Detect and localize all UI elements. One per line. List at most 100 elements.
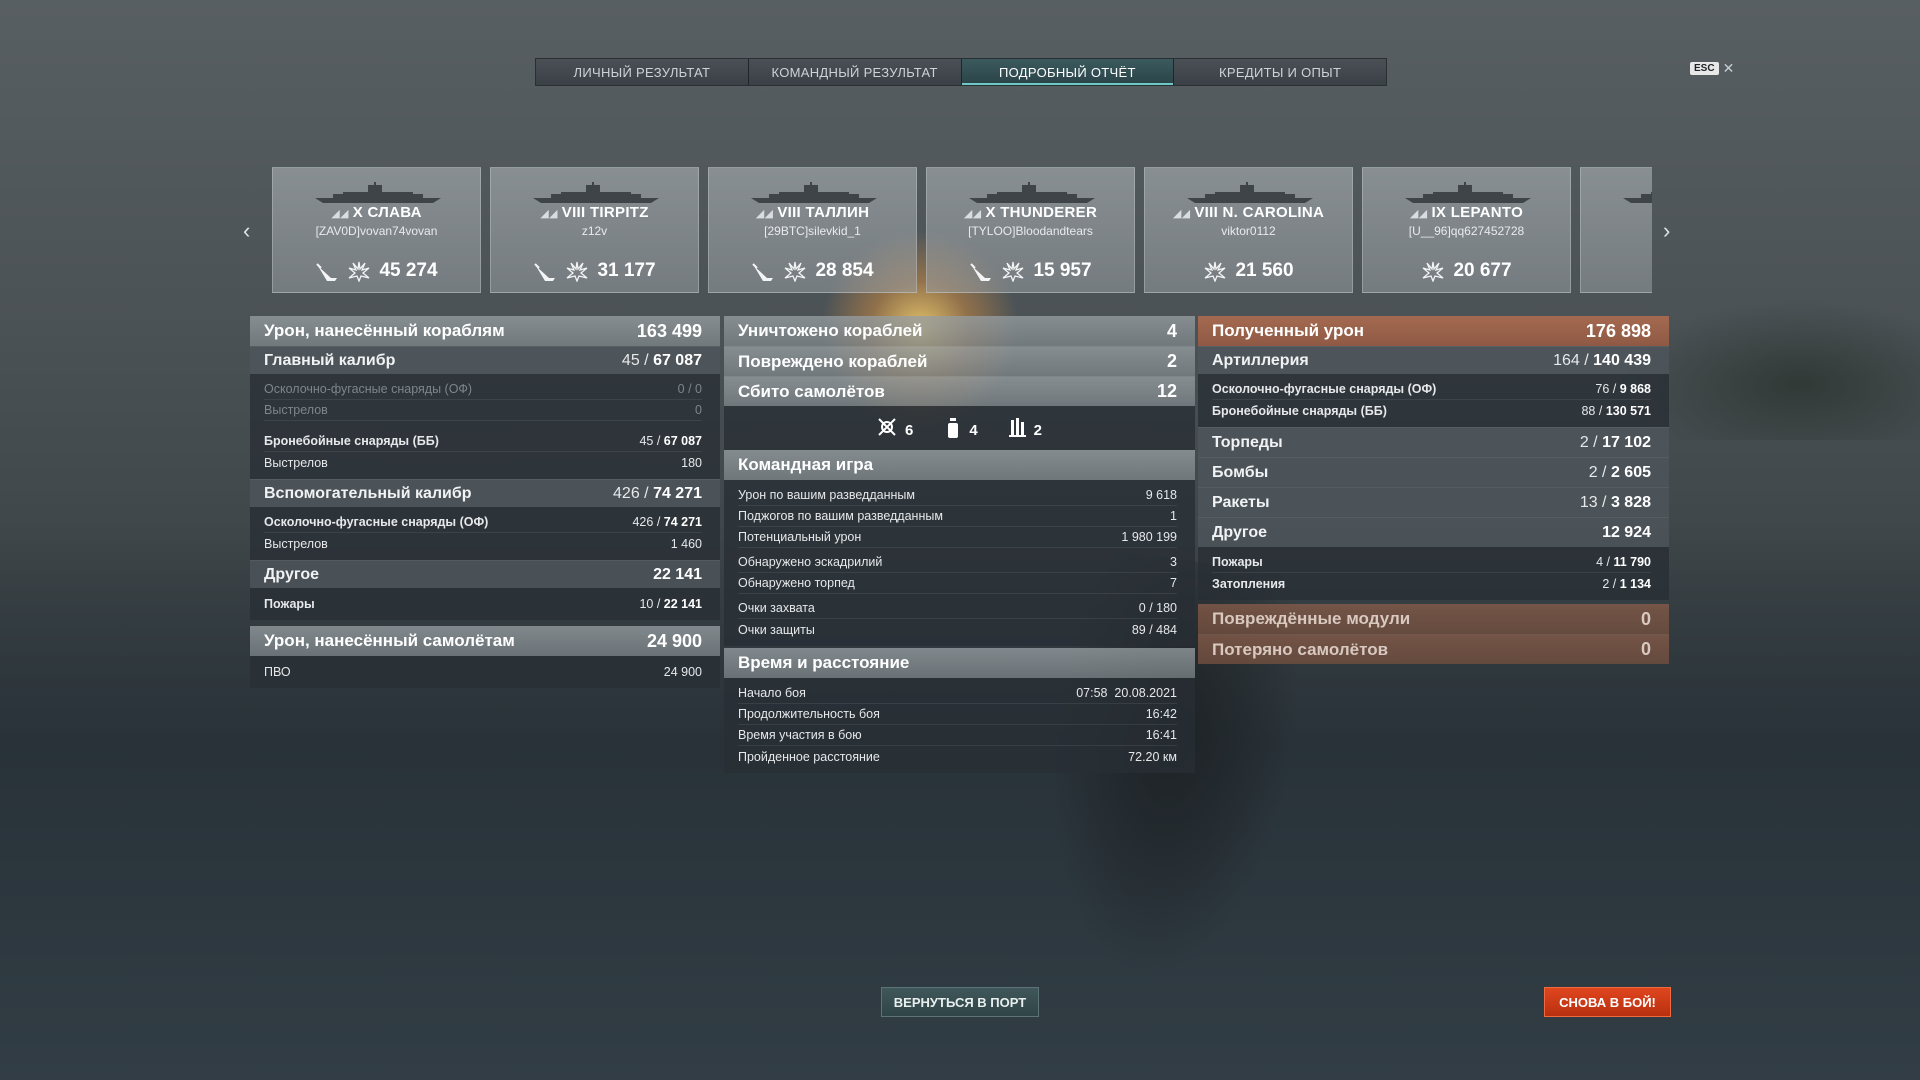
ship-name: ◢◢ X THUNDERER: [963, 204, 1098, 221]
damage-burst-icon: [349, 261, 370, 282]
esc-key-icon: ESC: [1690, 62, 1719, 75]
torpedo-icon: [316, 263, 338, 281]
ship-class-icon: ◢◢: [331, 208, 349, 220]
bombs-row: Бомбы 2 / 2 605: [1198, 457, 1669, 487]
player-name: z12v: [581, 224, 608, 238]
planes-shot-label: Сбито самолётов: [738, 381, 885, 401]
list-item: Бронебойные снаряды (ББ) 45 / 67 087: [264, 431, 702, 452]
ship-card[interactable]: ◢◢ VIII N. CAROLINA viktor0112 21 560: [1144, 167, 1353, 293]
secondary-details: Осколочно-фугасные снаряды (ОФ) 426 / 74 …: [250, 507, 720, 560]
main-battery-label: Главный калибр: [264, 351, 396, 369]
planes-by-type: 6 4 2: [724, 406, 1195, 450]
ship-silhouette-icon: [533, 182, 659, 203]
destroyed-ships-row: Уничтожено кораблей 4: [724, 316, 1195, 346]
fighter-icon: [878, 418, 896, 436]
received-damage-header: Полученный урон 176 898: [1198, 316, 1669, 346]
ship-card[interactable]: ◢◢ [OM: [1580, 167, 1652, 293]
ship-card[interactable]: ◢◢ IX LEPANTO [U__96]qq627452728 20 677: [1362, 167, 1571, 293]
received-value: 176 898: [1585, 320, 1651, 341]
list-item: Осколочно-фугасные снаряды (ОФ) 76 / 9 86…: [1212, 379, 1651, 400]
ship-name: ◢◢ VIII N. CAROLINA: [1172, 204, 1325, 221]
torpedo-bomber-count: 2: [1006, 417, 1042, 439]
ship-damage-header: Урон, нанесённый кораблям 163 499: [250, 316, 720, 346]
battle-again-button[interactable]: СНОВА В БОЙ!: [1544, 987, 1671, 1017]
list-item: Бронебойные снаряды (ББ) 88 / 130 571: [1212, 403, 1651, 418]
battle-stats-panel: Уничтожено кораблей 4 Повреждено корабле…: [724, 316, 1195, 773]
dealt-damage-panel: Урон, нанесённый кораблям 163 499 Главны…: [250, 316, 720, 688]
damage-burst-icon: [1423, 261, 1444, 282]
list-item: Затопления 2 / 1 134: [1212, 576, 1651, 591]
ship-damage-value: 28 854: [815, 260, 874, 281]
secondary-battery-row: Вспомогательный калибр 426 / 74 271: [250, 479, 720, 507]
artillery-details: Осколочно-фугасные снаряды (ОФ) 76 / 9 86…: [1198, 374, 1669, 427]
esc-close-button[interactable]: ESC ✕: [1690, 60, 1734, 77]
tab-credits-xp[interactable]: КРЕДИТЫ И ОПЫТ: [1174, 59, 1386, 85]
ship-silhouette-icon: [1187, 182, 1313, 203]
team-play-title: Командная игра: [724, 450, 1195, 480]
list-item: Очки защиты 89 / 484: [738, 622, 1177, 637]
list-item: Потенциальный урон 1 980 199: [738, 527, 1177, 548]
ship-damage-ribbon: 45 274: [273, 260, 480, 282]
destroyed-value: 4: [1166, 320, 1177, 341]
bomber-icon: [948, 418, 959, 438]
ship-card[interactable]: ◢◢ VIII ТАЛЛИН [29BTC]silevkid_1 28 854: [708, 167, 917, 293]
ship-card[interactable]: ◢◢ X THUNDERER [TYLOO]Bloodandtears 15 957: [926, 167, 1135, 293]
list-item: Начало боя 07:58 20.08.2021: [738, 683, 1177, 704]
carousel-prev-button[interactable]: ‹: [243, 218, 250, 244]
ship-damage-value: 15 957: [1033, 260, 1092, 281]
ship-name: ◢◢ X СЛАВА: [331, 204, 422, 221]
other-damage-details: Пожары 10 / 22 141: [250, 588, 720, 620]
ship-name: ◢◢ VIII TIRPITZ: [540, 204, 649, 221]
list-item: Пожары 10 / 22 141: [264, 596, 702, 611]
list-item: Выстрелов 1 460: [264, 536, 702, 551]
carousel-next-button[interactable]: ›: [1663, 218, 1670, 244]
ship-card[interactable]: ◢◢ VIII TIRPITZ z12v 31 177: [490, 167, 699, 293]
rockets-row: Ракеты 13 / 3 828: [1198, 487, 1669, 517]
artillery-row: Артиллерия 164 / 140 439: [1198, 346, 1669, 374]
secondary-value: 426 / 74 271: [613, 484, 702, 502]
list-item: Осколочно-фугасные снаряды (ОФ) 426 / 74 …: [264, 512, 702, 533]
close-icon: ✕: [1722, 60, 1735, 76]
ship-card[interactable]: ◢◢ X СЛАВА [ZAV0D]vovan74vovan 45 274: [272, 167, 481, 293]
player-name: [TYLOO]Bloodandtears: [968, 224, 1093, 238]
other-received-row: Другое 12 924: [1198, 517, 1669, 547]
tab-detailed-report[interactable]: ПОДРОБНЫЙ ОТЧЁТ: [961, 59, 1175, 85]
main-battery-details: Осколочно-фугасные снаряды (ОФ) 0 / 0 Выс…: [250, 374, 720, 479]
plane-damage-details: ПВО 24 900: [250, 656, 720, 688]
list-item: Осколочно-фугасные снаряды (ОФ) 0 / 0: [264, 379, 702, 400]
list-item: Пройденное расстояние 72.20 км: [738, 749, 1177, 764]
player-name: [OM: [1581, 224, 1652, 238]
fighter-count: 6: [877, 417, 913, 439]
ship-damage-value: 21 560: [1235, 260, 1294, 281]
plane-damage-header: Урон, нанесённый самолётам 24 900: [250, 626, 720, 656]
list-item: Пожары 4 / 11 790: [1212, 552, 1651, 573]
ship-damage-label: Урон, нанесённый кораблям: [264, 321, 505, 340]
ship-class-icon: ◢◢: [1409, 208, 1428, 220]
main-battery-row: Главный калибр 45 / 67 087: [250, 346, 720, 374]
player-name: [29BTC]silevkid_1: [764, 224, 861, 238]
list-item: Время участия в бою 16:41: [738, 725, 1177, 746]
ship-silhouette-icon: [315, 182, 441, 203]
tab-personal-result[interactable]: ЛИЧНЫЙ РЕЗУЛЬТАТ: [536, 59, 749, 85]
torpedo-bomber-icon: [1008, 418, 1026, 437]
ship-silhouette-icon: [1623, 192, 1652, 203]
list-item: Обнаружено эскадрилий 3: [738, 552, 1177, 573]
planes-shot-value: 12: [1156, 381, 1177, 401]
bomber-count: 4: [941, 417, 978, 439]
other-value: 22 141: [653, 565, 702, 583]
received-damage-panel: Полученный урон 176 898 Артиллерия 164 /…: [1198, 316, 1669, 664]
ship-class-icon: ◢◢: [1172, 208, 1191, 220]
ship-class-icon: ◢◢: [963, 208, 982, 220]
return-to-port-button[interactable]: ВЕРНУТЬСЯ В ПОРТ: [881, 987, 1039, 1017]
main-battery-value: 45 / 67 087: [621, 351, 702, 369]
list-item: Обнаружено торпед 7: [738, 573, 1177, 594]
plane-damage-value: 24 900: [646, 630, 702, 651]
torpedoes-row: Торпеды 2 / 17 102: [1198, 427, 1669, 457]
list-item: Выстрелов 180: [264, 455, 702, 470]
secondary-label: Вспомогательный калибр: [264, 484, 472, 502]
tab-team-result[interactable]: КОМАНДНЫЙ РЕЗУЛЬТАТ: [748, 59, 962, 85]
damaged-label: Повреждено кораблей: [738, 351, 928, 371]
ships-carousel: ◢◢ X СЛАВА [ZAV0D]vovan74vovan 45 274 ◢◢ VIII…: [272, 167, 1652, 293]
ship-silhouette-icon: [1405, 182, 1531, 203]
torpedo-icon: [534, 263, 556, 281]
